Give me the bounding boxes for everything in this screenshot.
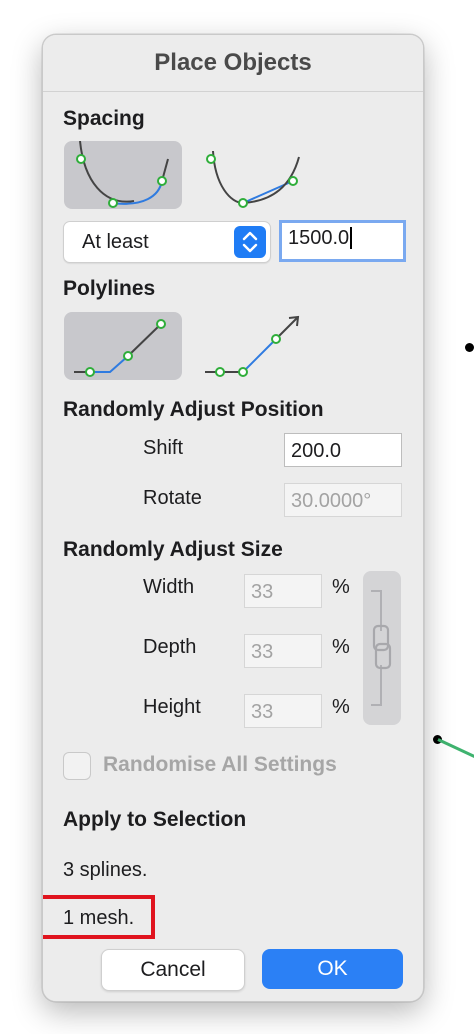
canvas-point	[465, 343, 474, 352]
dialog-title: Place Objects	[43, 35, 423, 92]
spacing-mode-select[interactable]: At least	[63, 221, 271, 263]
rotate-input[interactable]: 30.0000°	[284, 483, 402, 517]
proportional-spacing-curve-icon	[206, 150, 300, 208]
shift-label: Shift	[143, 437, 184, 459]
height-label: Height	[143, 696, 201, 718]
polylines-section-title: Polylines	[63, 277, 156, 300]
polylines-follow-button[interactable]	[64, 312, 182, 380]
depth-input[interactable]: 33	[244, 634, 322, 668]
depth-label: Depth	[143, 636, 197, 658]
randomise-all-label: Randomise All Settings	[103, 753, 337, 776]
cancel-button[interactable]: Cancel	[101, 949, 245, 991]
link-proportions-toggle[interactable]	[363, 571, 401, 725]
size-section-title: Randomly Adjust Size	[63, 538, 283, 561]
spacing-value-text: 1500.0	[288, 227, 350, 249]
up-down-chevron-icon	[234, 226, 266, 258]
place-objects-dialog: Place Objects Spacing At least 1500.0 Po…	[42, 34, 424, 1002]
depth-unit: %	[332, 636, 350, 658]
chain-link-icon	[371, 590, 392, 706]
splines-count-text: 3 splines.	[63, 859, 148, 881]
polyline-follow-segments-icon	[74, 319, 166, 377]
width-unit: %	[332, 576, 350, 598]
spacing-mode-uniform-button[interactable]	[64, 141, 182, 209]
canvas-spline-segment	[437, 738, 474, 760]
ok-button[interactable]: OK	[262, 949, 403, 989]
height-input[interactable]: 33	[244, 694, 322, 728]
annotation-highlight-box	[43, 895, 155, 939]
rotate-label: Rotate	[143, 487, 202, 509]
polyline-straight-icon	[205, 315, 300, 377]
width-input[interactable]: 33	[244, 574, 322, 608]
position-section-title: Randomly Adjust Position	[63, 398, 324, 421]
spacing-mode-proportional-button[interactable]	[193, 141, 311, 209]
spacing-section-title: Spacing	[63, 107, 145, 130]
randomise-all-checkbox[interactable]	[63, 752, 91, 780]
polylines-straight-button[interactable]	[193, 312, 311, 380]
apply-section-title: Apply to Selection	[63, 808, 247, 831]
text-cursor: ​	[350, 227, 353, 249]
uniform-spacing-curve-icon	[76, 141, 169, 208]
spacing-value-input[interactable]: 1500.0​	[279, 220, 406, 262]
shift-input[interactable]: 200.0	[284, 433, 402, 467]
spacing-select-value: At least	[82, 231, 149, 253]
height-unit: %	[332, 696, 350, 718]
width-label: Width	[143, 576, 195, 598]
